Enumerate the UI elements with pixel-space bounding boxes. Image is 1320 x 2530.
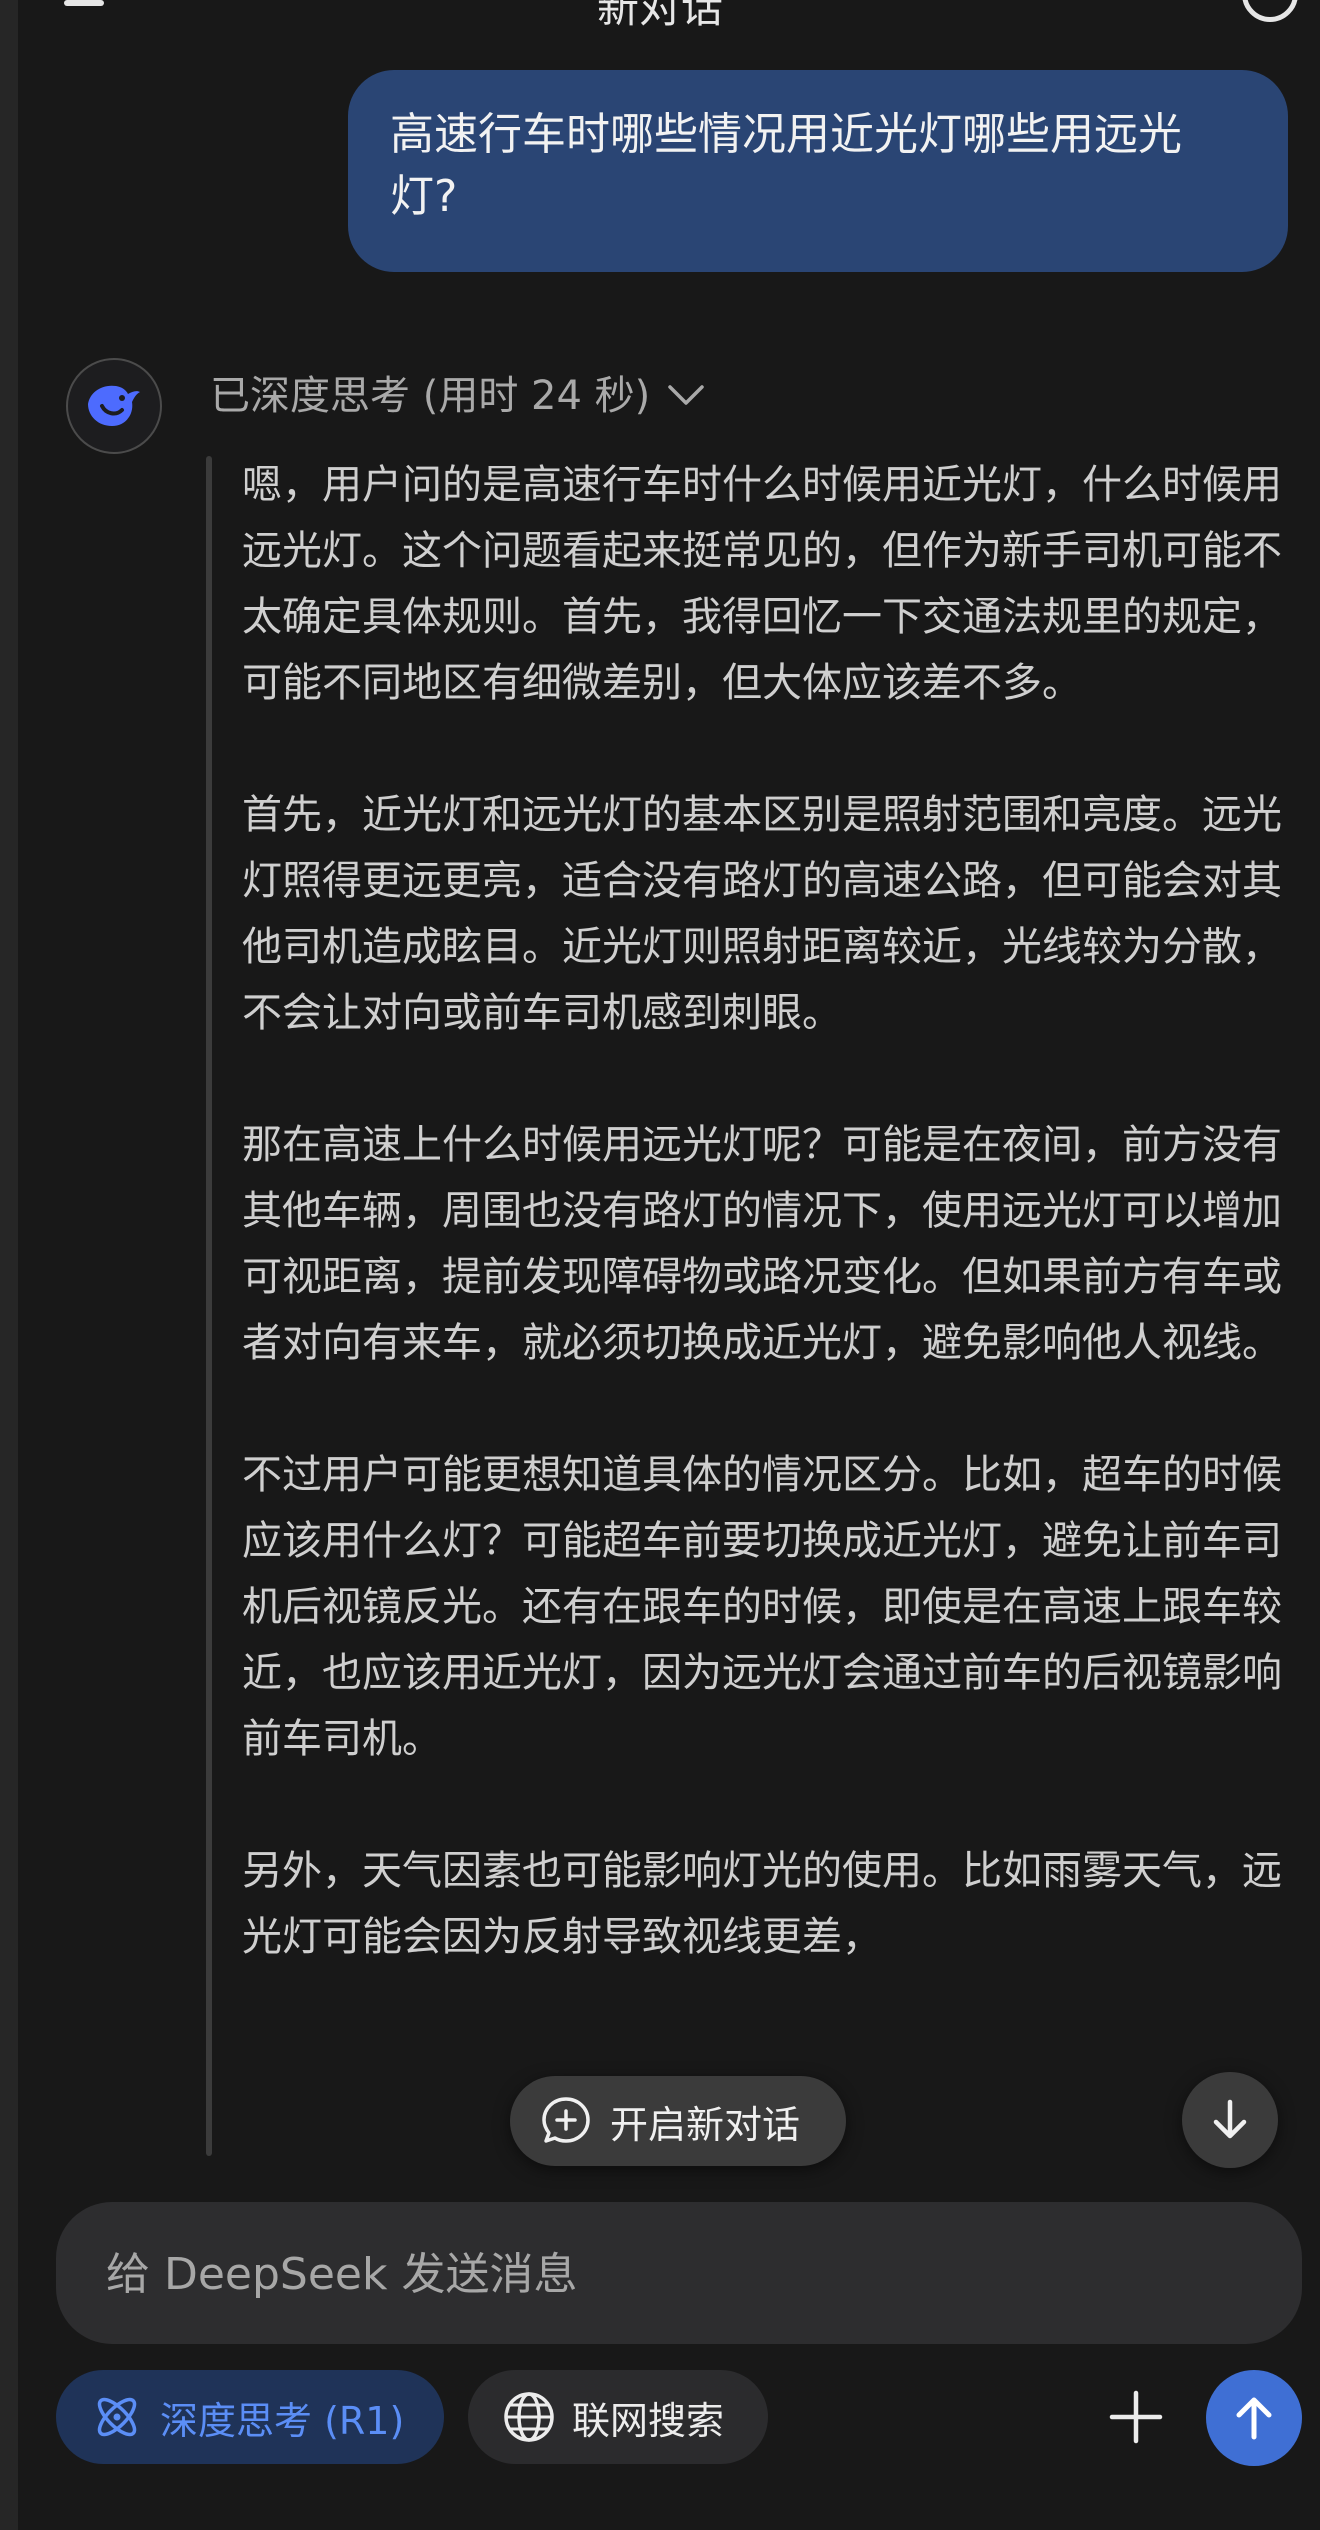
- user-message-bubble: 高速行车时哪些情况用近光灯哪些用远光灯?: [348, 70, 1288, 272]
- message-composer: [56, 2202, 1302, 2346]
- chevron-down-icon: [668, 385, 705, 405]
- atom-icon: [90, 2390, 144, 2444]
- globe-icon: [502, 2390, 556, 2444]
- new-chat-button[interactable]: 开启新对话: [510, 2076, 846, 2166]
- deep-think-label: 深度思考 (R1): [160, 2398, 405, 2443]
- left-edge-strip: [0, 0, 18, 2530]
- deep-think-toggle[interactable]: 深度思考 (R1): [56, 2370, 444, 2464]
- web-search-toggle[interactable]: 联网搜索: [468, 2370, 768, 2464]
- attach-button[interactable]: [1100, 2370, 1172, 2464]
- reasoning-paragraph: 那在高速上什么时候用远光灯呢？可能是在夜间，前方没有其他车辆，周围也没有路灯的情…: [242, 1122, 1282, 1366]
- chat-plus-icon: [542, 2097, 590, 2143]
- new-chat-label: 开启新对话: [610, 2102, 801, 2147]
- reasoning-paragraph: 另外，天气因素也可能影响灯光的使用。比如雨雾天气，远光灯可能会因为反射导致视线更…: [242, 1848, 1282, 1960]
- thinking-label: 已深度思考 (用时 24 秒): [210, 373, 651, 419]
- page-title: 新对话: [596, 0, 723, 32]
- reasoning-text: 嗯，用户问的是高速行车时什么时候用近光灯，什么时候用远光灯。这个问题看起来挺常见…: [242, 452, 1282, 2152]
- reasoning-paragraph: 首先，近光灯和远光灯的基本区别是照射范围和亮度。远光灯照得更远更亮，适合没有路灯…: [242, 792, 1282, 1036]
- thinking-toggle[interactable]: 已深度思考 (用时 24 秒): [210, 362, 706, 422]
- reasoning-paragraph: 不过用户可能更想知道具体的情况区分。比如，超车的时候应该用什么灯？可能超车前要切…: [242, 1452, 1282, 1762]
- scroll-to-bottom-button[interactable]: [1182, 2072, 1278, 2168]
- deepseek-whale-icon: [88, 385, 140, 426]
- reasoning-quote-bar: [206, 456, 212, 2156]
- arrow-up-icon: [1236, 2397, 1272, 2440]
- assistant-avatar: [66, 358, 162, 454]
- message-input[interactable]: [104, 2202, 1248, 2346]
- send-button[interactable]: [1206, 2370, 1302, 2466]
- reasoning-paragraph: 嗯，用户问的是高速行车时什么时候用近光灯，什么时候用远光灯。这个问题看起来挺常见…: [242, 462, 1282, 706]
- plus-icon: [1109, 2390, 1163, 2444]
- web-search-label: 联网搜索: [572, 2398, 725, 2443]
- arrow-down-icon: [1213, 2099, 1247, 2139]
